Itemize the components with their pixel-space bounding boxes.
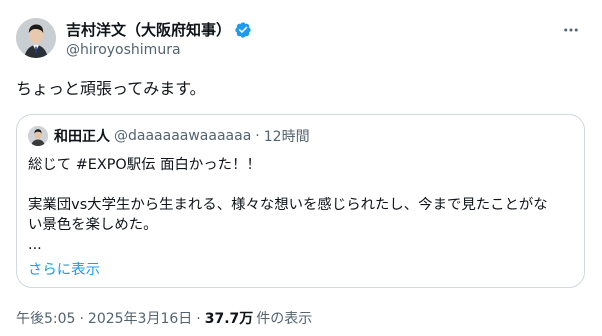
views-count[interactable]: 37.7万 xyxy=(205,310,254,328)
quoted-text-blank-line xyxy=(28,175,576,195)
post-date[interactable]: 2025年3月16日 xyxy=(88,310,192,328)
verified-badge-icon[interactable] xyxy=(234,21,252,39)
tweet: 吉村洋文（大阪府知事） @hiroyoshimura ちょっと頑張ってみます。 xyxy=(0,0,602,336)
meta-separator: · xyxy=(79,311,84,327)
author-handle[interactable]: @hiroyoshimura xyxy=(66,41,181,59)
quoted-handle[interactable]: @daaaaaawaaaaaa xyxy=(114,128,251,144)
more-options-button[interactable] xyxy=(560,20,582,40)
post-time[interactable]: 午後5:05 xyxy=(16,310,75,328)
quoted-display-name[interactable]: 和田正人 xyxy=(54,126,110,146)
meta-separator: · xyxy=(196,311,201,327)
quoted-author-avatar[interactable] xyxy=(28,126,48,146)
quoted-author-avatar-image xyxy=(28,126,48,146)
quoted-header: 和田正人 @daaaaaawaaaaaa · 12時間 xyxy=(54,126,310,146)
quoted-text: 総じて #EXPO駅伝 面白かった！！ 実業団vs大学生から生まれる、様々な想い… xyxy=(28,155,576,255)
author-display-name[interactable]: 吉村洋文（大阪府知事） xyxy=(66,20,231,40)
tweet-meta: 午後5:05 · 2025年3月16日 · 37.7万 件の表示 xyxy=(16,310,312,328)
author-name-row: 吉村洋文（大阪府知事） xyxy=(66,20,252,40)
tweet-text: ちょっと頑張ってみます。 xyxy=(16,79,206,98)
show-more-link[interactable]: さらに表示 xyxy=(28,260,100,280)
more-options-icon xyxy=(564,28,578,32)
quoted-text-ellipsis: ... xyxy=(28,237,42,253)
quoted-timestamp[interactable]: 12時間 xyxy=(264,126,310,146)
quoted-text-line: 実業団vs大学生から生まれる、様々な想いを感じられたし、今まで見たことがな xyxy=(28,197,548,213)
author-avatar-image xyxy=(16,18,56,58)
quoted-text-line: い景色を楽しめた。 xyxy=(28,217,158,233)
author-avatar[interactable] xyxy=(16,18,56,58)
quoted-text-line: 総じて #EXPO駅伝 面白かった！！ xyxy=(28,157,261,173)
quoted-separator: · xyxy=(255,128,260,144)
views-label[interactable]: 件の表示 xyxy=(256,310,312,328)
quoted-tweet-card[interactable]: 和田正人 @daaaaaawaaaaaa · 12時間 総じて #EXPO駅伝 … xyxy=(16,114,585,288)
